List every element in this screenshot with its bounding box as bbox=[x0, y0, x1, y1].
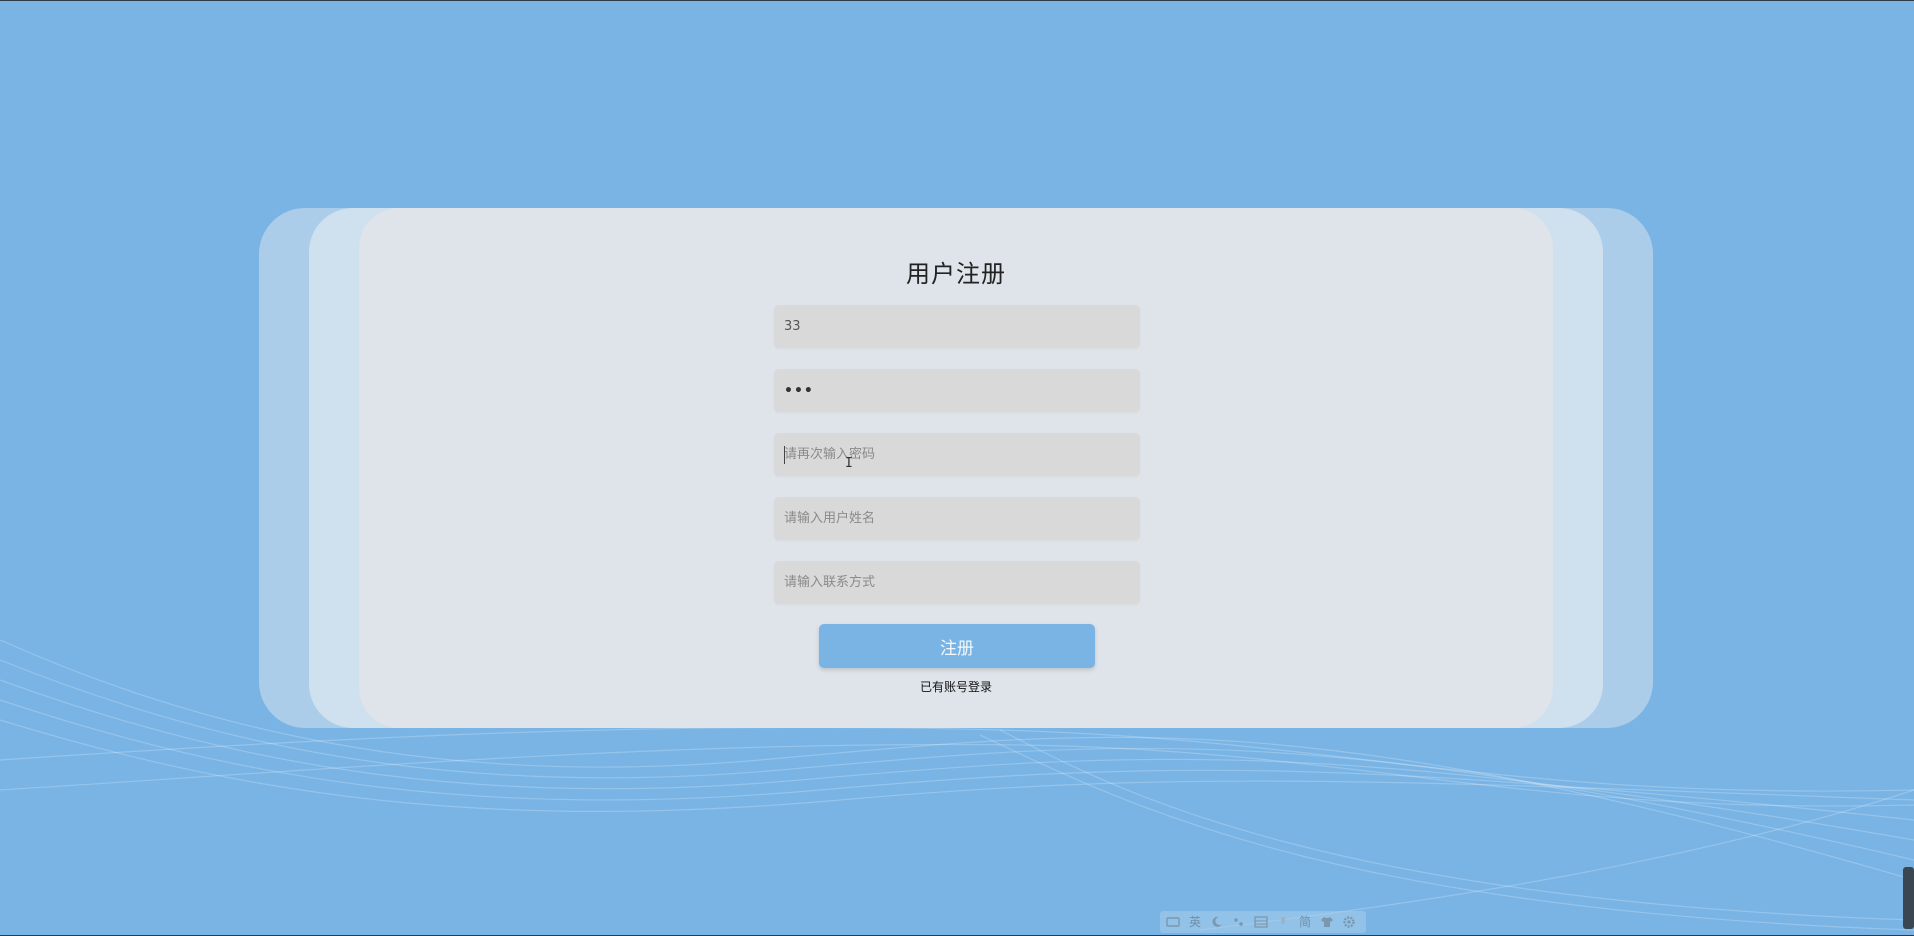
username-input[interactable] bbox=[774, 305, 1140, 348]
confirm-password-input[interactable] bbox=[774, 433, 1140, 476]
contact-field[interactable] bbox=[774, 561, 1140, 604]
simplified-icon[interactable]: 简 bbox=[1298, 915, 1312, 929]
register-card: 用户注册 I 注册 已有账号登录 bbox=[359, 208, 1553, 728]
real-name-field[interactable] bbox=[774, 497, 1140, 540]
shirt-icon[interactable] bbox=[1320, 915, 1334, 929]
login-link[interactable]: 已有账号登录 bbox=[359, 678, 1553, 695]
password-field[interactable] bbox=[774, 369, 1140, 412]
gear-icon[interactable] bbox=[1342, 915, 1356, 929]
real-name-input[interactable] bbox=[774, 497, 1140, 540]
page-title: 用户注册 bbox=[906, 260, 1006, 288]
register-button[interactable]: 注册 bbox=[819, 624, 1095, 668]
scrollbar-handle[interactable] bbox=[1903, 867, 1914, 929]
moon-icon[interactable] bbox=[1210, 915, 1224, 929]
table-icon[interactable] bbox=[1254, 915, 1268, 929]
keyboard-icon[interactable] bbox=[1166, 915, 1180, 929]
password-input[interactable] bbox=[774, 369, 1140, 412]
mic-icon[interactable] bbox=[1276, 915, 1290, 929]
ime-toolbar: 英 简 bbox=[1160, 911, 1366, 933]
contact-input[interactable] bbox=[774, 561, 1140, 604]
username-field[interactable] bbox=[774, 305, 1140, 348]
ime-english-icon[interactable]: 英 bbox=[1188, 915, 1202, 929]
punctuation-icon[interactable] bbox=[1232, 915, 1246, 929]
text-caret bbox=[784, 446, 785, 464]
ibeam-cursor-icon: I bbox=[845, 456, 853, 471]
confirm-password-field[interactable]: I bbox=[774, 433, 1140, 476]
